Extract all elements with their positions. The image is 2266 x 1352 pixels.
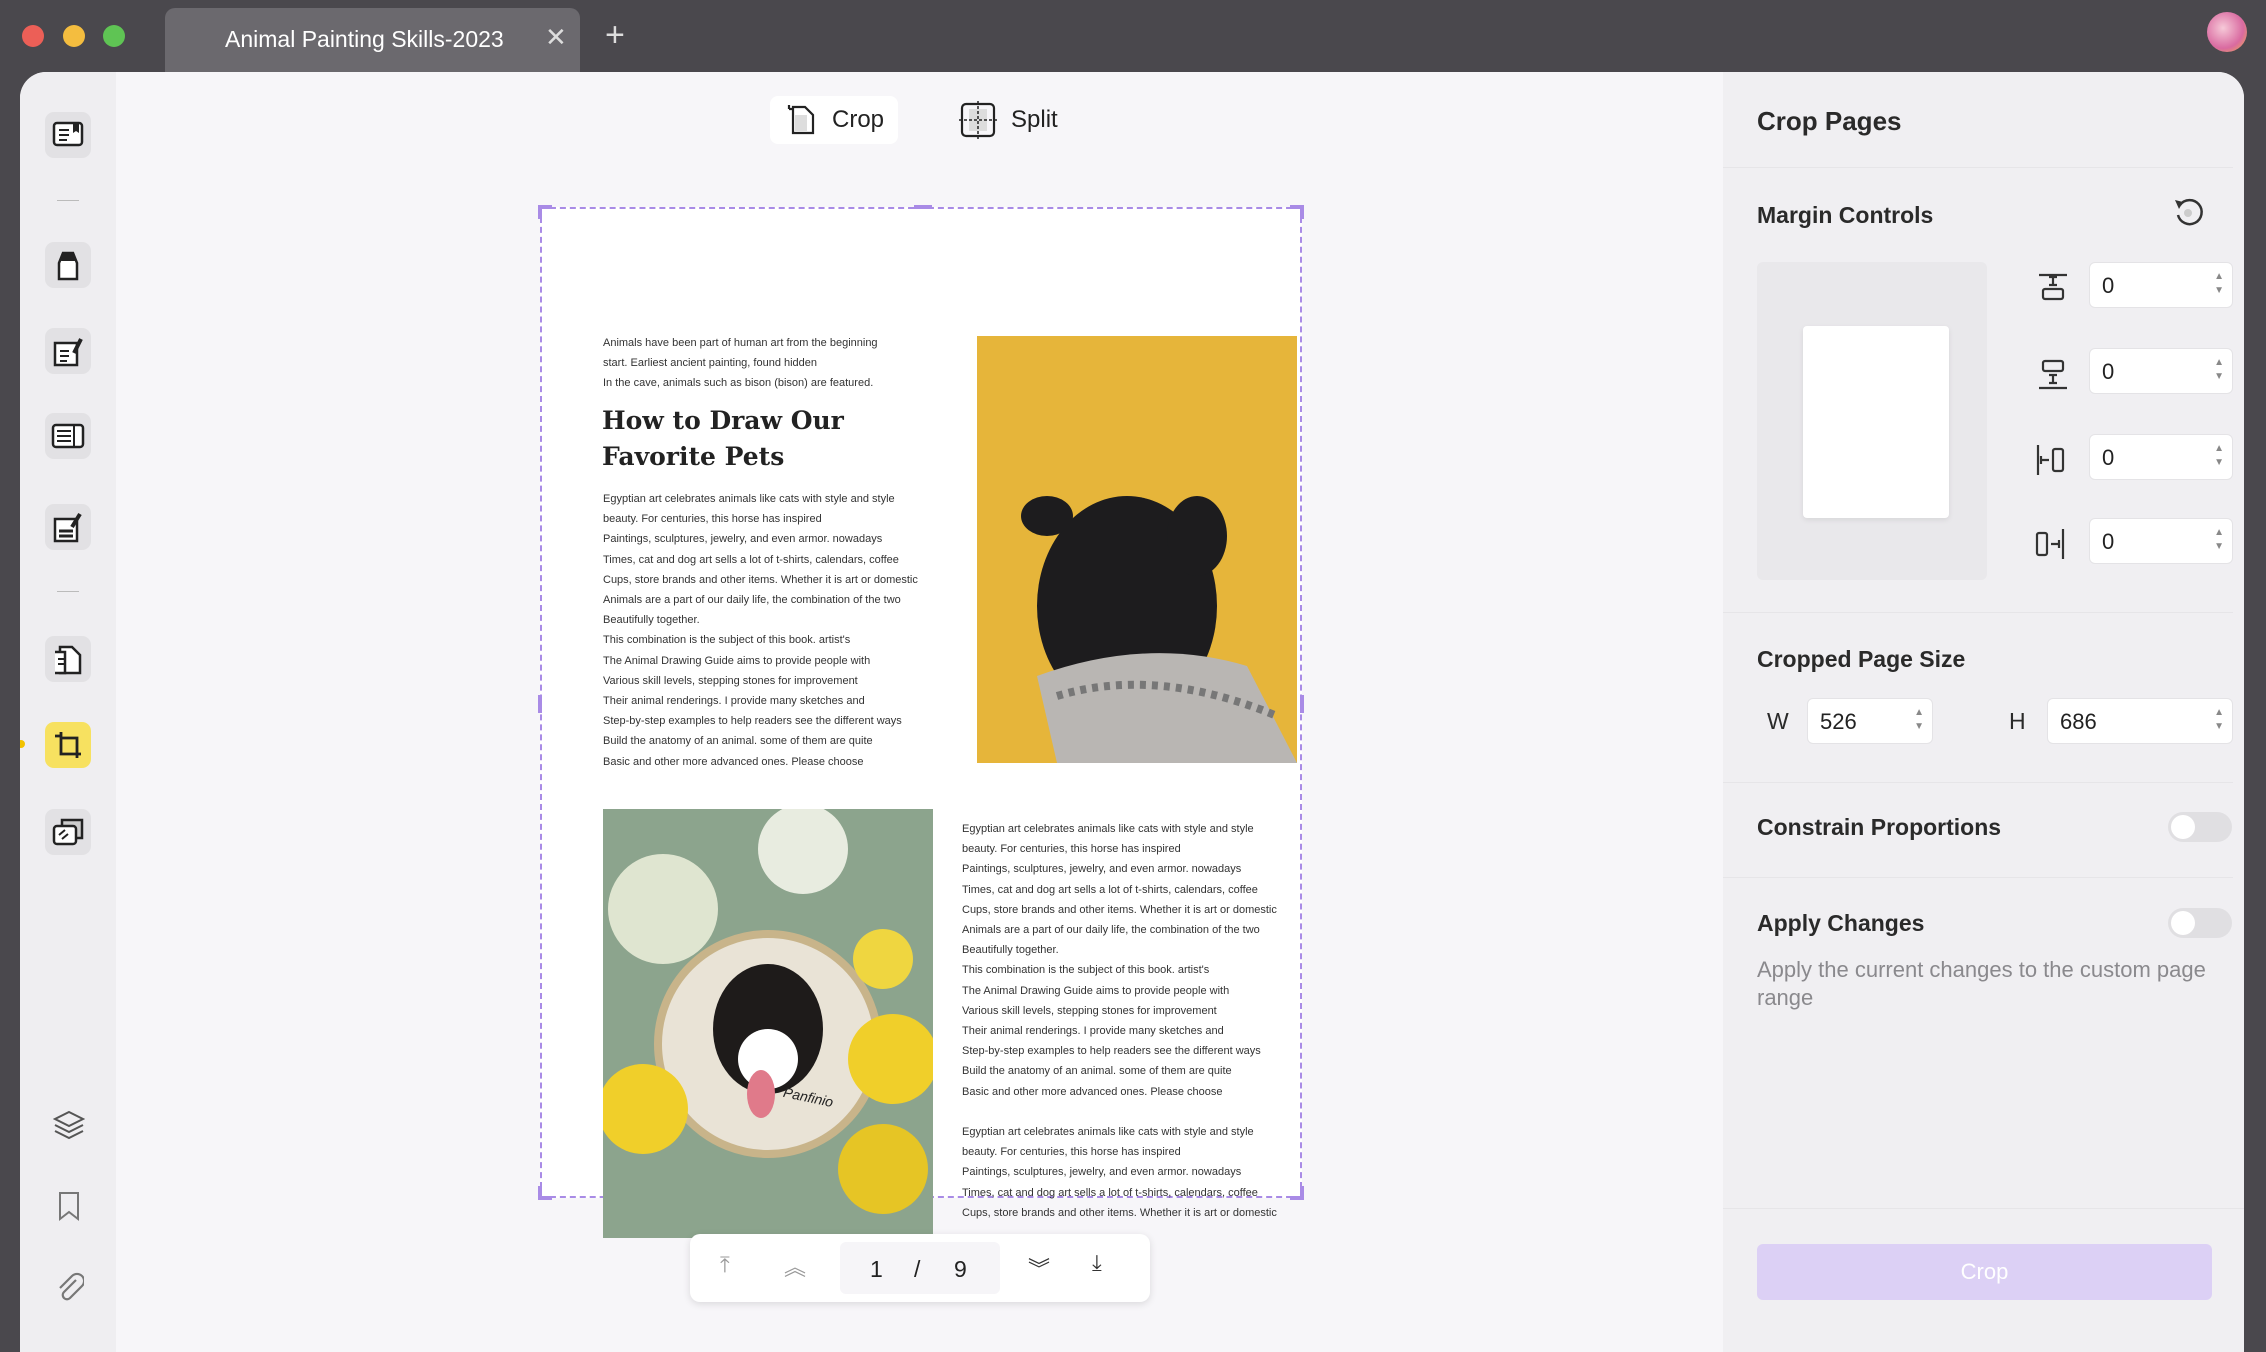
close-window-button[interactable] bbox=[22, 25, 44, 47]
crop-handle-top[interactable] bbox=[914, 205, 932, 209]
active-indicator bbox=[20, 740, 25, 748]
divider bbox=[57, 200, 79, 201]
width-input[interactable]: 526 ▲ ▼ bbox=[1807, 698, 1933, 744]
next-page-icon[interactable]: ︾ bbox=[1028, 1252, 1050, 1284]
split-label: Split bbox=[1011, 106, 1058, 133]
crop-page-icon bbox=[787, 105, 815, 135]
intro-text: Animals have been part of human art from… bbox=[603, 337, 878, 390]
crop-pages-panel: Crop Pages Margin Controls 0 ▲ ▼ 0 ▲ ▼ 0 ▲ ▼ 0… bbox=[1723, 72, 2244, 1352]
tab-title: Animal Painting Skills-2023 bbox=[225, 26, 504, 52]
bookmark-icon[interactable] bbox=[57, 1190, 81, 1227]
body-text-right-2: Egyptian art celebrates animals like cat… bbox=[962, 1126, 1277, 1219]
maximize-window-button[interactable] bbox=[103, 25, 125, 47]
sign-icon bbox=[53, 512, 82, 543]
margin-left-input[interactable]: 0 ▲ ▼ bbox=[2089, 434, 2233, 480]
left-sidebar bbox=[20, 72, 116, 1352]
crop-apply-button[interactable]: Crop bbox=[1757, 1244, 2212, 1300]
crop-handle-left[interactable] bbox=[538, 695, 542, 713]
form-icon bbox=[51, 423, 85, 449]
layers-icon[interactable] bbox=[52, 1108, 86, 1145]
compress-icon bbox=[52, 818, 84, 846]
body-text: Egyptian art celebrates animals like cat… bbox=[603, 493, 918, 768]
height-input[interactable]: 686 ▲ ▼ bbox=[2047, 698, 2233, 744]
reset-icon[interactable] bbox=[2171, 196, 2205, 235]
width-label: W bbox=[1767, 708, 1789, 734]
highlighter-icon bbox=[57, 251, 79, 281]
apply-description: Apply the current changes to the custom … bbox=[1757, 957, 2206, 1010]
crop-mode-button[interactable]: Crop bbox=[770, 96, 899, 144]
height-label: H bbox=[2009, 708, 2026, 734]
last-page-icon[interactable]: ⤓ bbox=[1092, 1250, 1102, 1276]
margin-right-icon bbox=[2033, 525, 2073, 565]
panel-title: Crop Pages bbox=[1757, 106, 1902, 136]
doc-heading: How to Draw Our Favorite Pets bbox=[602, 406, 844, 471]
crop-area[interactable]: Animals have been part of human art from… bbox=[538, 205, 1304, 1238]
pug-photo bbox=[977, 336, 1297, 763]
apply-changes-toggle[interactable] bbox=[2168, 908, 2232, 938]
margin-bottom-icon bbox=[2033, 355, 2073, 395]
margin-left-icon bbox=[2033, 441, 2073, 481]
margin-top-icon bbox=[2033, 269, 2073, 309]
pagination-bar: ⤒ ︽ 1 / 9 ︾ ⤓ bbox=[690, 1234, 1150, 1302]
margin-bottom-input[interactable]: 0 ▲ ▼ bbox=[2089, 348, 2233, 394]
split-mode-button[interactable]: Split bbox=[945, 96, 1072, 144]
apply-changes-label: Apply Changes bbox=[1757, 910, 1925, 936]
sidebar-item-comment[interactable] bbox=[45, 242, 91, 288]
cropped-size-title: Cropped Page Size bbox=[1757, 646, 1966, 672]
previous-page-icon[interactable]: ︽ bbox=[784, 1250, 806, 1282]
sidebar-item-reader[interactable] bbox=[45, 112, 91, 158]
margin-top-input[interactable]: 0 ▲ ▼ bbox=[2089, 262, 2233, 308]
margin-controls-title: Margin Controls bbox=[1757, 202, 1934, 228]
close-icon[interactable]: ✕ bbox=[545, 22, 567, 53]
sidebar-item-organize[interactable] bbox=[45, 636, 91, 682]
crop-handle-right[interactable] bbox=[1300, 695, 1304, 713]
book-icon bbox=[52, 121, 84, 147]
embroidery-photo: Panfinio bbox=[603, 809, 933, 1238]
constrain-toggle[interactable] bbox=[2168, 812, 2232, 842]
total-pages: 9 bbox=[954, 1256, 967, 1282]
crop-label: Crop bbox=[832, 106, 885, 133]
page-preview bbox=[1757, 262, 1987, 580]
sidebar-item-compress[interactable] bbox=[45, 809, 91, 855]
body-text-right: Egyptian art celebrates animals like cat… bbox=[962, 823, 1277, 1098]
sidebar-item-form[interactable] bbox=[45, 413, 91, 459]
current-page: 1 bbox=[870, 1256, 883, 1282]
split-page-icon bbox=[959, 101, 997, 139]
sidebar-item-crop[interactable] bbox=[45, 722, 91, 768]
app-window: Crop Split Animals have been part of hum… bbox=[20, 72, 2244, 1352]
avatar[interactable] bbox=[2207, 12, 2247, 52]
paperclip-icon[interactable] bbox=[54, 1270, 86, 1309]
plus-icon[interactable]: + bbox=[605, 16, 625, 55]
page-separator: / bbox=[914, 1256, 921, 1282]
divider bbox=[57, 591, 79, 592]
sidebar-item-edit[interactable] bbox=[45, 328, 91, 374]
page-input[interactable]: 1 / 9 bbox=[840, 1242, 1000, 1294]
minimize-window-button[interactable] bbox=[63, 25, 85, 47]
crop-icon bbox=[55, 732, 81, 758]
sidebar-item-sign[interactable] bbox=[45, 504, 91, 550]
pages-icon bbox=[55, 645, 82, 675]
document-tab[interactable]: Animal Painting Skills-2023 ✕ bbox=[165, 8, 580, 72]
first-page-icon[interactable]: ⤒ bbox=[720, 1252, 730, 1278]
constrain-label: Constrain Proportions bbox=[1757, 814, 2002, 840]
edit-text-icon bbox=[53, 338, 83, 367]
margin-right-input[interactable]: 0 ▲ ▼ bbox=[2089, 518, 2233, 564]
